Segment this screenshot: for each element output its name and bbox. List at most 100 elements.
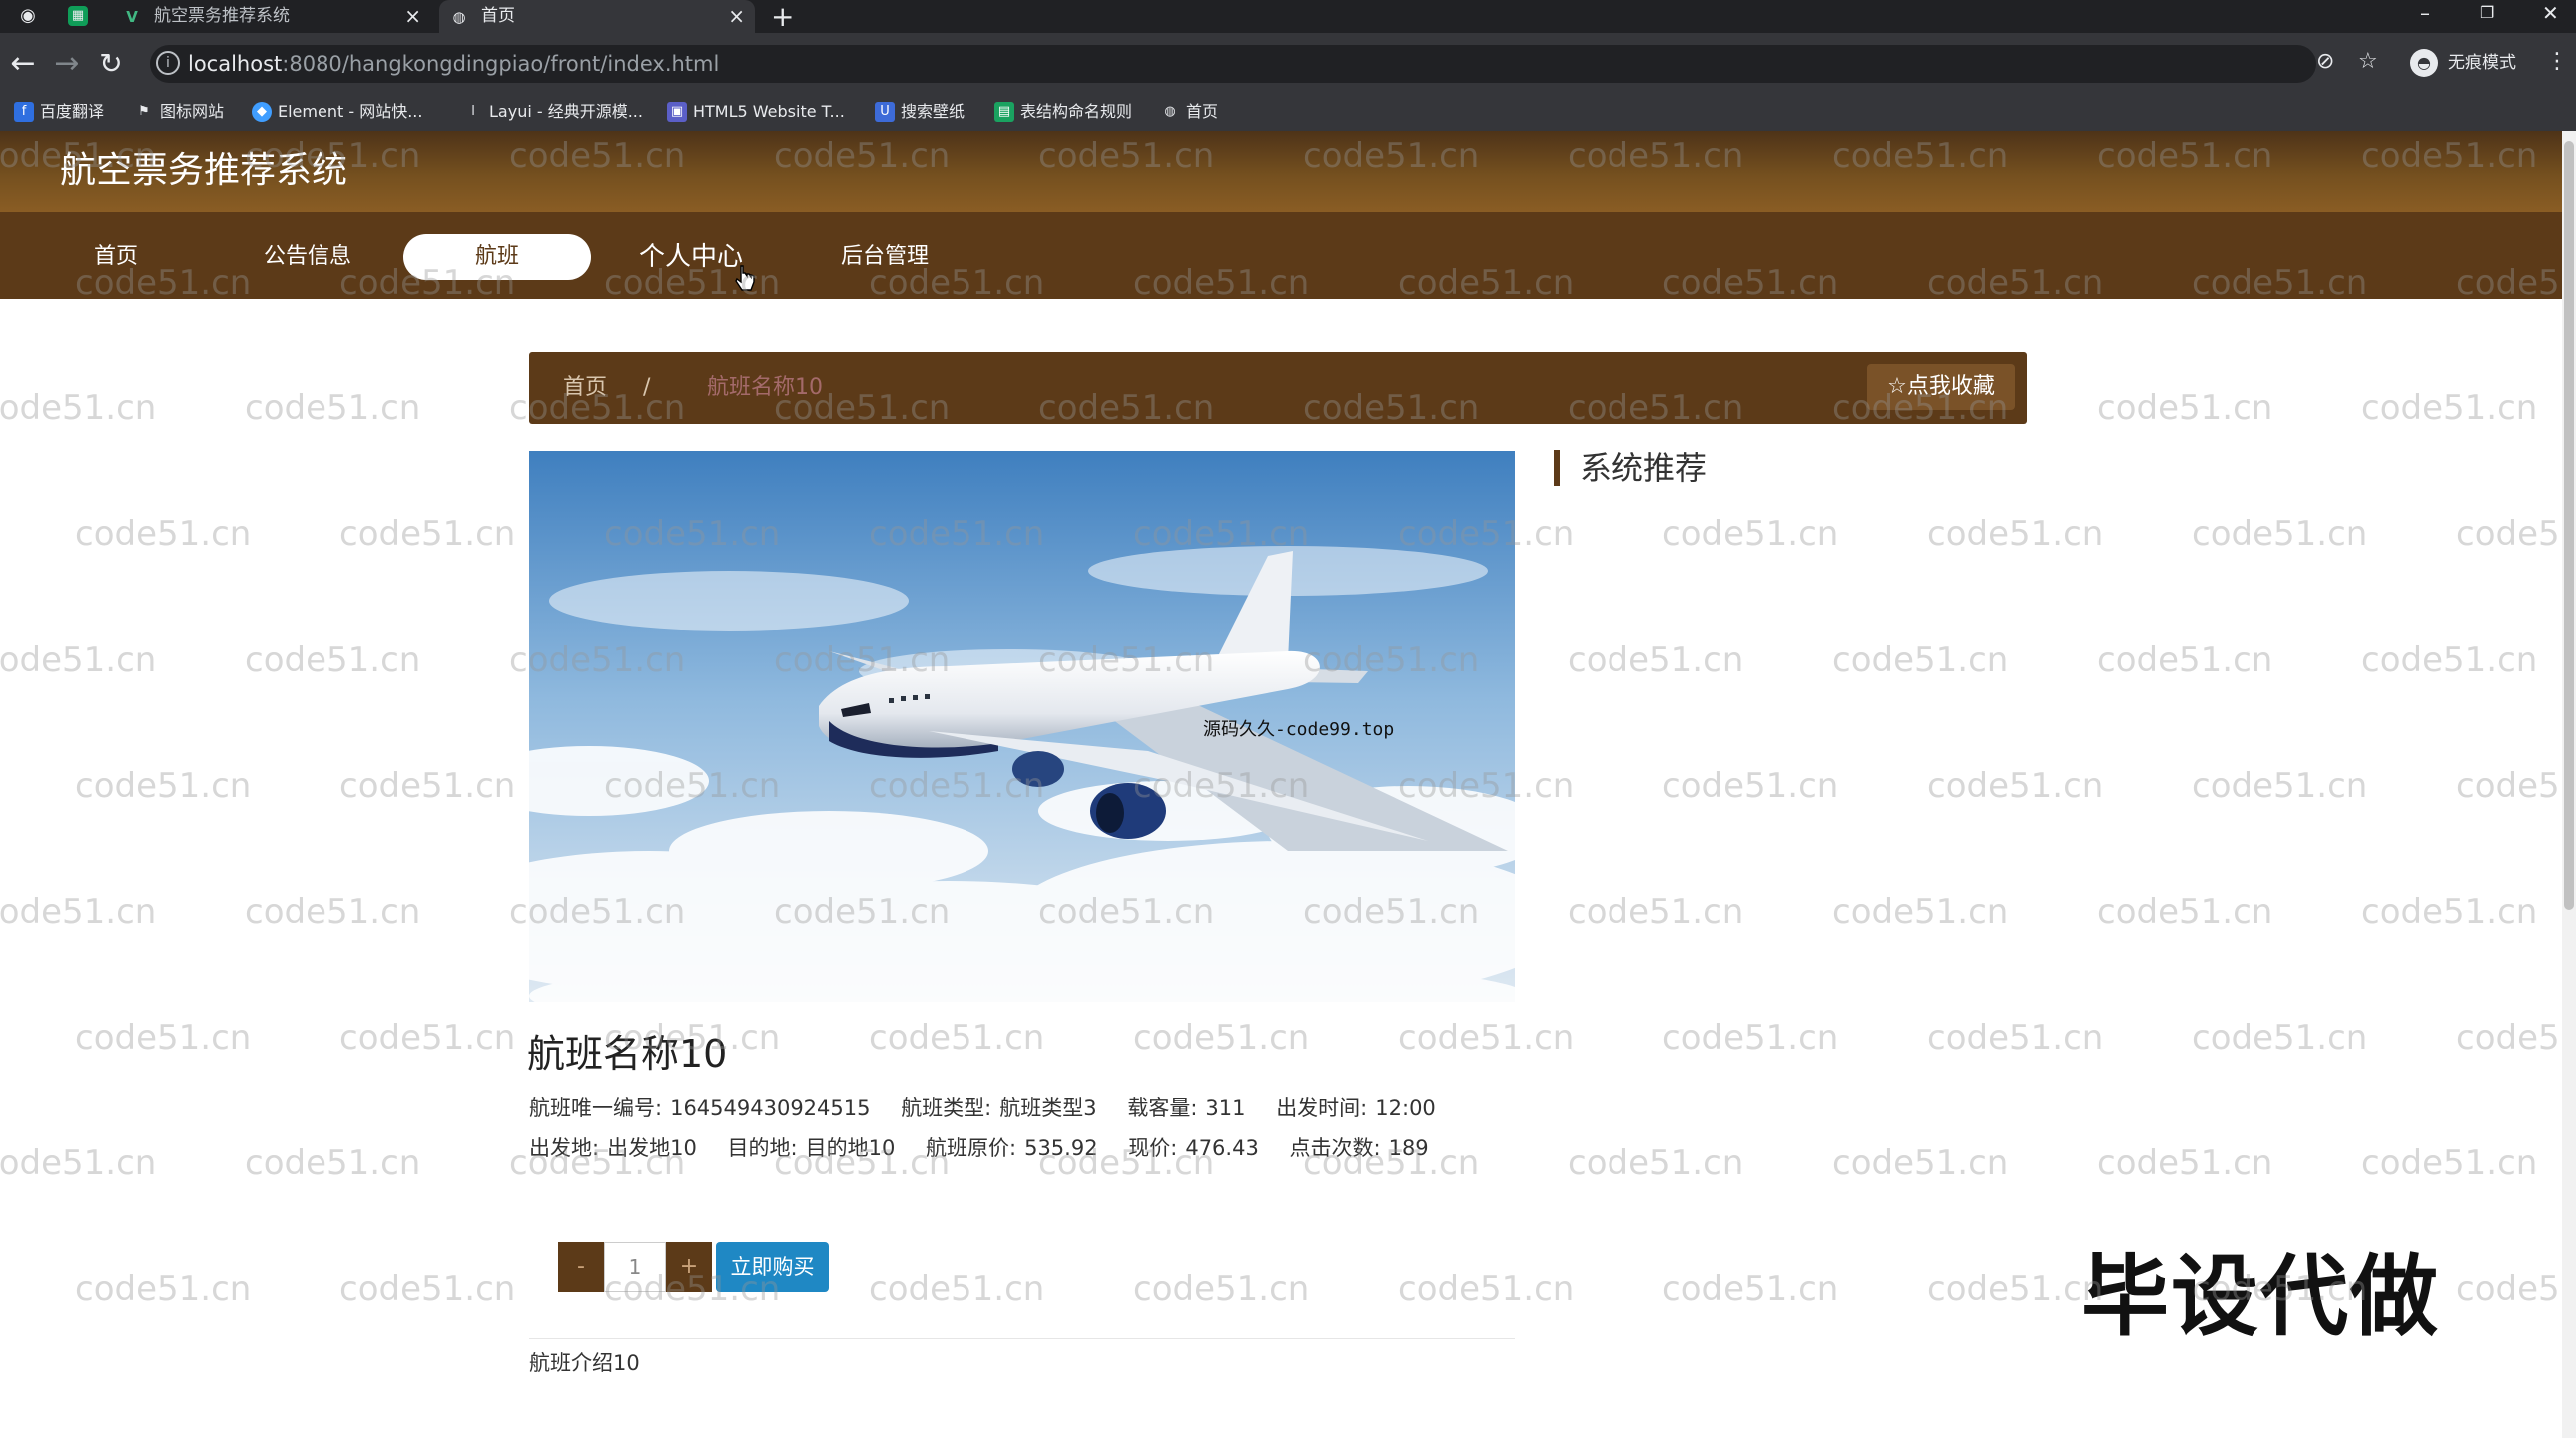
html5-icon: ▣ [667, 102, 687, 122]
address-url[interactable]: localhost:8080/hangkongdingpiao/front/in… [188, 50, 719, 78]
close-tab-icon[interactable]: × [404, 0, 421, 33]
quantity-plus-button[interactable]: + [666, 1242, 712, 1292]
bookmarks-bar: f 百度翻译 ⚑ 图标网站 ◆ Element - 网站快... l Layui - 经… [0, 93, 2576, 131]
bookmark-home[interactable]: ◍ 首页 [1160, 101, 1218, 123]
star-icon[interactable]: ☆ [2358, 49, 2378, 74]
watermark-text: code51.cn [1832, 892, 2009, 932]
eye-off-icon[interactable]: ⊘ [2316, 49, 2334, 74]
nav-admin[interactable]: 后台管理 [827, 234, 943, 280]
watermark-text: code51.cn [2097, 388, 2273, 428]
destination-label: 目的地: [727, 1136, 798, 1160]
watermark-text: code51.cn [0, 640, 157, 680]
new-tab-button[interactable]: + [771, 0, 794, 33]
capacity-label: 载客量: [1127, 1096, 1198, 1120]
flight-id-value: 164549430924515 [670, 1096, 871, 1120]
flight-type-label: 航班类型: [901, 1096, 992, 1120]
page-viewport: 航空票务推荐系统 首页 公告信息 航班 个人中心 后台管理 首页 / 航班名称1… [0, 131, 2576, 1438]
origin-label: 出发地: [529, 1136, 600, 1160]
buy-now-button[interactable]: 立即购买 [716, 1242, 829, 1292]
incognito-icon: ◓ [2410, 49, 2438, 77]
nav-home[interactable]: 首页 [78, 234, 154, 280]
tab-home[interactable]: ◍ 首页 × [439, 0, 755, 33]
bookmark-table-naming[interactable]: ▤ 表结构命名规则 [994, 101, 1132, 123]
breadcrumb-current: 航班名称10 [707, 375, 823, 400]
tab-system[interactable]: V 航空票务推荐系统 × [112, 0, 431, 33]
watermark-text: code51.cn [245, 1143, 421, 1183]
nav-notices[interactable]: 公告信息 [252, 234, 363, 280]
bookmark-element[interactable]: ◆ Element - 网站快... [252, 101, 422, 123]
browser-tab-strip: ◉ ▦ V 航空票务推荐系统 × ◍ 首页 × + – ❐ ✕ [0, 0, 2576, 33]
bookmark-icon-site[interactable]: ⚑ 图标网站 [134, 101, 224, 123]
watermark-text: code51.cn [1832, 640, 2009, 680]
watermark-text: code51.cn [1568, 640, 1744, 680]
favorite-button[interactable]: ☆点我收藏 [1867, 364, 2015, 410]
back-icon[interactable]: ← [6, 47, 40, 81]
quantity-minus-button[interactable]: - [558, 1242, 604, 1292]
origin-value: 出发地10 [607, 1136, 697, 1160]
more-menu-icon[interactable]: ⋮ [2546, 49, 2568, 74]
bookmark-wallpaper[interactable]: U 搜索壁纸 [875, 101, 965, 123]
watermark-text: code51.cn [339, 1269, 516, 1309]
browser-menu-icon[interactable]: ◉ [16, 4, 40, 28]
layui-icon: l [471, 104, 475, 119]
close-window-icon[interactable]: ✕ [2542, 0, 2559, 26]
breadcrumb-home[interactable]: 首页 [563, 373, 607, 403]
watermark-text: code51.cn [1398, 1018, 1575, 1058]
watermark-text: code51.cn [339, 1018, 516, 1058]
watermark-text: code51.cn [2361, 1143, 2538, 1183]
watermark-text: code51.cn [869, 1018, 1045, 1058]
bookmark-baidu-translate[interactable]: f 百度翻译 [14, 101, 104, 123]
forward-icon[interactable]: → [50, 47, 84, 81]
watermark-text: code51.cn [1662, 766, 1839, 806]
watermark-text: code51.cn [2456, 766, 2576, 806]
quantity-input[interactable]: 1 [604, 1242, 666, 1292]
bookmark-layui[interactable]: l Layui - 经典开源模... [463, 101, 643, 123]
watermark-text: code51.cn [245, 892, 421, 932]
destination-value: 目的地10 [805, 1136, 896, 1160]
address-bar[interactable]: i localhost:8080/hangkongdingpiao/front/… [150, 45, 2316, 83]
watermark-text: code51.cn [245, 388, 421, 428]
flight-name: 航班名称10 [527, 1032, 728, 1076]
flag-icon: ⚑ [138, 104, 150, 119]
bookmark-html5[interactable]: ▣ HTML5 Website T... [667, 101, 845, 123]
site-title: 航空票务推荐系统 [60, 150, 348, 191]
sheets-tab-icon[interactable]: ▦ [68, 6, 88, 26]
watermark-text: code51.cn [0, 1143, 157, 1183]
close-tab-icon[interactable]: × [728, 0, 745, 33]
current-price-label: 现价: [1128, 1136, 1178, 1160]
watermark-text: code51.cn [2192, 514, 2368, 554]
element-icon: ◆ [252, 102, 272, 122]
watermark-text: code51.cn [2192, 766, 2368, 806]
restore-icon[interactable]: ❐ [2480, 0, 2494, 26]
watermark-text: code51.cn [869, 1269, 1045, 1309]
vue-logo-icon: V [126, 8, 138, 26]
watermark-text: code51.cn [1927, 1018, 2104, 1058]
recommend-title: 系统推荐 [1554, 450, 1707, 486]
watermark-text: code51.cn [2097, 1143, 2273, 1183]
breadcrumb: 首页 / 航班名称10 ☆点我收藏 [529, 352, 2027, 424]
watermark-text: code51.cn [2361, 640, 2538, 680]
watermark-text: code51.cn [1927, 766, 2104, 806]
watermark-text: code51.cn [2097, 640, 2273, 680]
flight-id-label: 航班唯一编号: [529, 1096, 663, 1120]
globe-icon: ◍ [1164, 104, 1176, 119]
scrollbar-thumb[interactable] [2564, 141, 2574, 910]
browser-toolbar: ← → ↻ i localhost:8080/hangkongdingpiao/… [0, 33, 2576, 93]
divider [529, 1338, 1515, 1339]
site-info-icon[interactable]: i [156, 51, 180, 75]
nav-flights[interactable]: 航班 [403, 234, 591, 280]
watermark-text: code51.cn [1927, 514, 2104, 554]
tab-label: 航空票务推荐系统 [154, 6, 290, 26]
watermark-text: code51.cn [1832, 1143, 2009, 1183]
watermark-text: code51.cn [2456, 1269, 2576, 1309]
mouse-pointer-icon [735, 265, 755, 291]
reload-icon[interactable]: ↻ [94, 47, 128, 81]
watermark-text: code51.cn [75, 766, 252, 806]
translate-icon: f [14, 102, 34, 122]
minimize-icon[interactable]: – [2420, 0, 2430, 26]
incognito-profile[interactable]: ◓ 无痕模式 [2410, 47, 2516, 79]
flight-info-line-1: 航班唯一编号: 164549430924515 航班类型: 航班类型3 载客量: 31… [529, 1093, 1460, 1123]
click-count-value: 189 [1388, 1136, 1429, 1160]
watermark-text: code51.cn [1662, 1018, 1839, 1058]
watermark-text: code51.cn [0, 892, 157, 932]
